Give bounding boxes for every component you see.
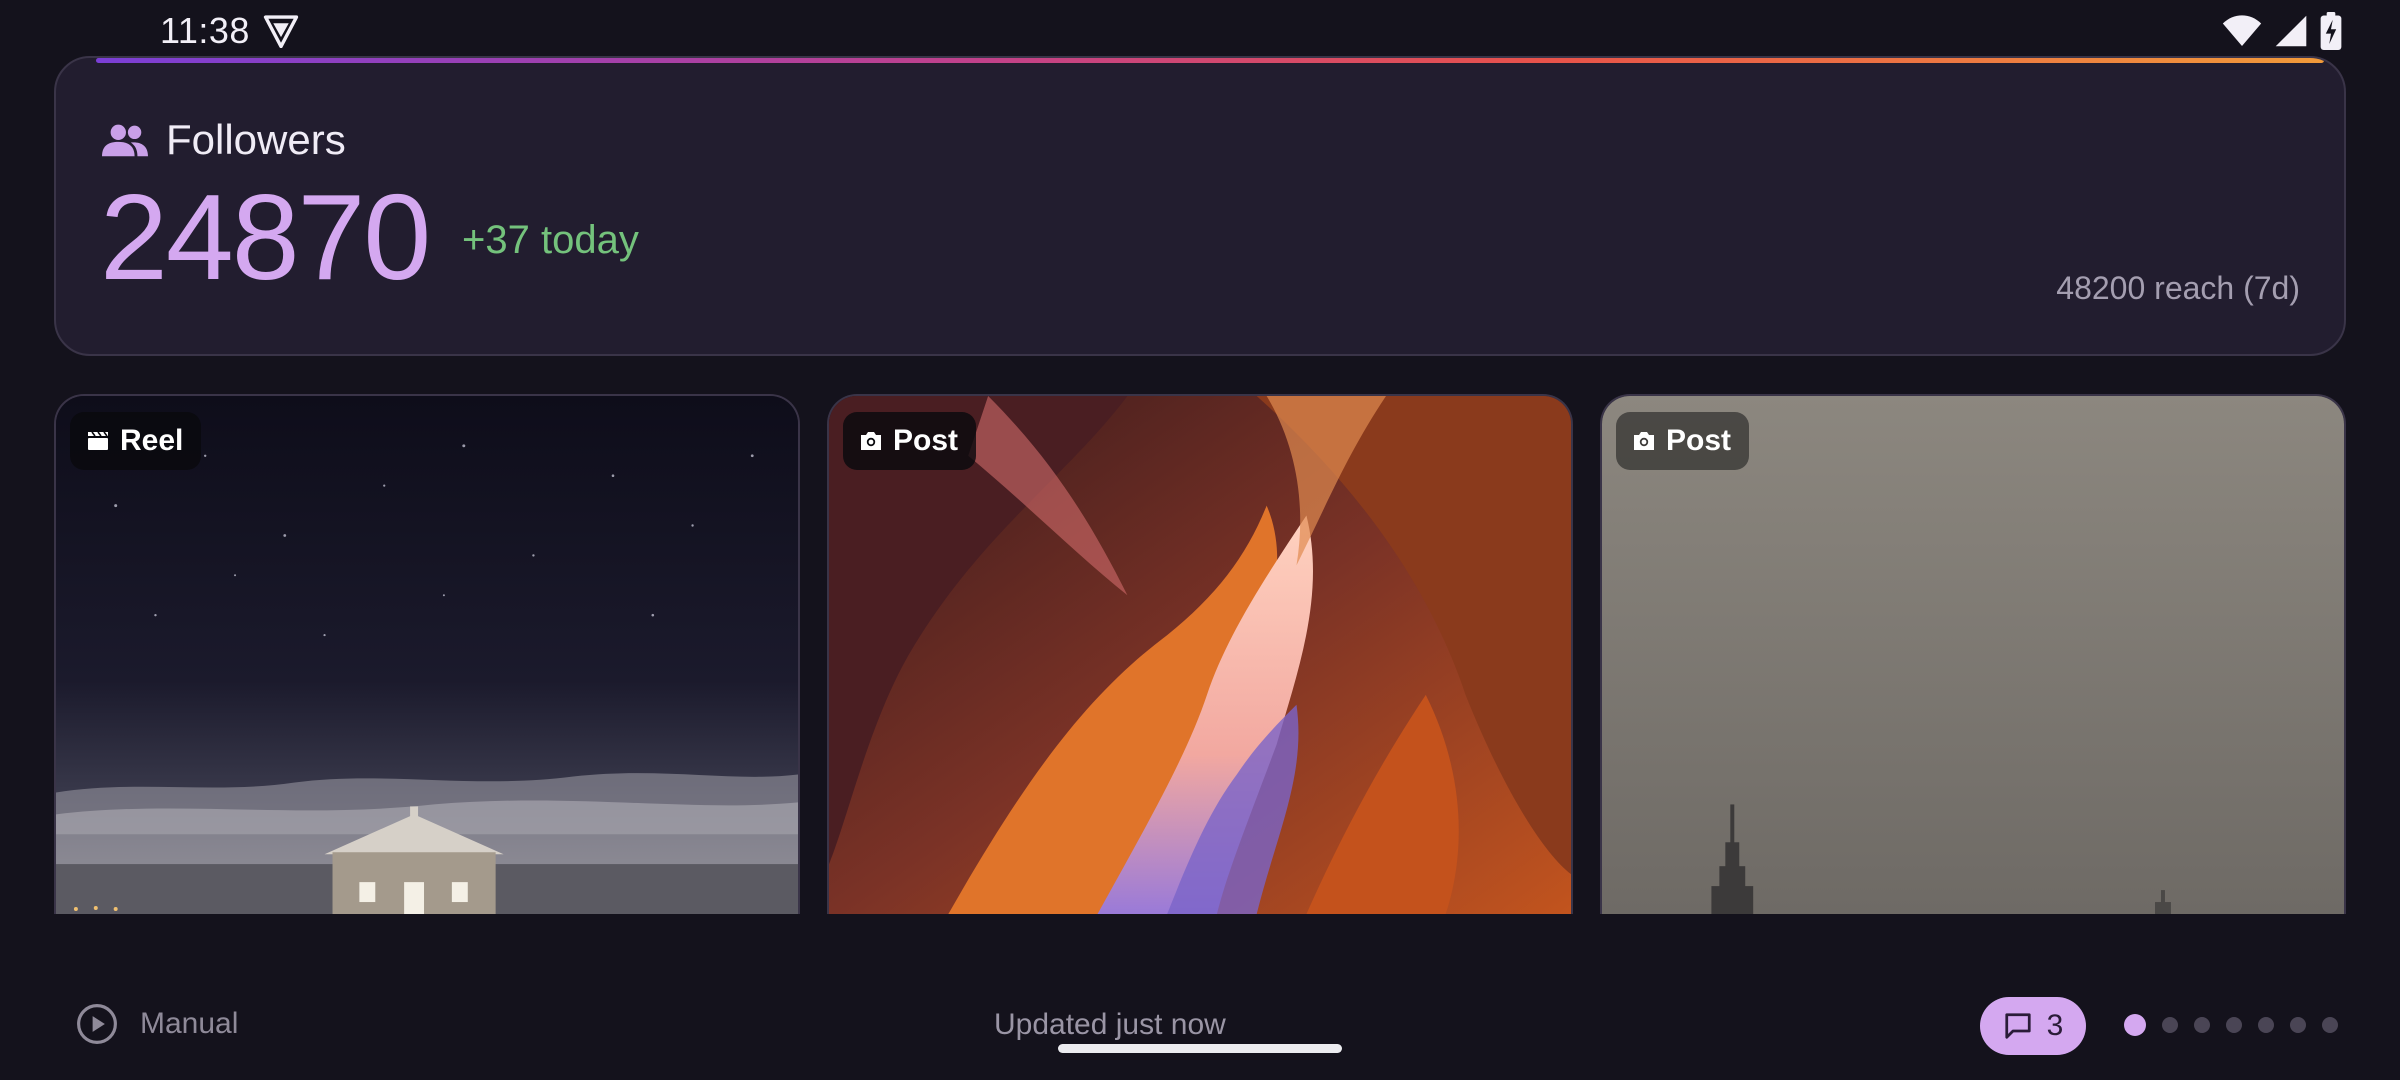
- badge-label: Post: [893, 424, 959, 457]
- cell-signal-icon: [2275, 15, 2307, 47]
- type-badge-post: Post: [843, 412, 977, 470]
- page-dot-4[interactable]: [2226, 1017, 2242, 1033]
- post-thumbnail-image: [829, 396, 1571, 914]
- accent-gradient-line: [96, 58, 2324, 63]
- vpn-shield-icon: [263, 15, 299, 48]
- followers-delta: +37 today: [462, 218, 639, 262]
- page-indicator: [2124, 1014, 2338, 1036]
- reach-stat: 48200 reach (7d): [2056, 270, 2300, 306]
- page-dot-5[interactable]: [2258, 1017, 2274, 1033]
- playback-mode-toggle[interactable]: Manual: [76, 1003, 238, 1045]
- post-thumbnail-image: [1602, 396, 2344, 914]
- followers-card[interactable]: Followers 24870 +37 today 48200 reach (7…: [54, 56, 2346, 356]
- updated-status: Updated just now: [994, 1008, 1226, 1041]
- people-icon: [102, 124, 148, 157]
- camera-icon: [861, 432, 881, 450]
- media-tile-post-1[interactable]: Post: [827, 394, 1573, 914]
- page-dot-3[interactable]: [2194, 1017, 2210, 1033]
- status-bar: 11:38: [0, 0, 2400, 58]
- media-tile-post-2[interactable]: Post: [1600, 394, 2346, 914]
- comment-icon: [2005, 1013, 2031, 1039]
- page-dot-7[interactable]: [2322, 1017, 2338, 1033]
- reel-thumbnail-image: [56, 396, 798, 914]
- badge-label: Post: [1666, 424, 1732, 457]
- status-icons: [2222, 12, 2342, 50]
- media-tile-reel[interactable]: Reel: [54, 394, 800, 914]
- type-badge-reel: Reel: [70, 412, 202, 470]
- clapperboard-icon: [88, 431, 108, 450]
- comments-button[interactable]: 3: [1980, 997, 2086, 1055]
- type-badge-post: Post: [1616, 412, 1750, 470]
- page-dot-6[interactable]: [2290, 1017, 2306, 1033]
- camera-icon: [1634, 432, 1654, 450]
- status-time: 11:38: [160, 10, 250, 51]
- comments-count: 3: [2046, 1009, 2064, 1042]
- play-circle-icon: [77, 1004, 117, 1044]
- page-dot-2[interactable]: [2162, 1017, 2178, 1033]
- screen: 11:38 Followers 24870 +37 today 48200 re…: [0, 0, 2400, 1080]
- badge-label: Reel: [120, 424, 184, 457]
- followers-title: Followers: [166, 116, 346, 163]
- page-dot-1[interactable]: [2124, 1014, 2146, 1036]
- followers-header: Followers: [102, 116, 346, 164]
- battery-charging-icon: [2320, 12, 2342, 50]
- followers-count: 24870: [100, 169, 431, 305]
- wifi-icon: [2222, 15, 2262, 46]
- playback-mode-label: Manual: [140, 1007, 239, 1040]
- home-gesture-bar[interactable]: [1058, 1044, 1342, 1053]
